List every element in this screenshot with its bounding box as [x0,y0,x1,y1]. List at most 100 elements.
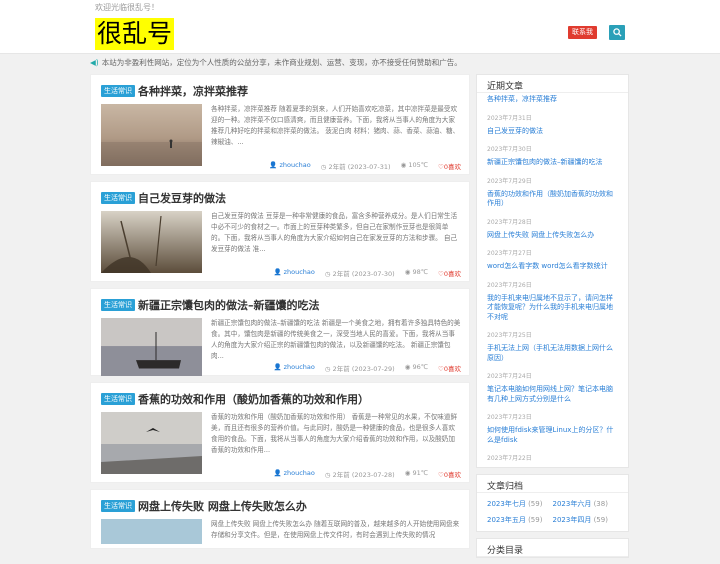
recent-post-date: 2023年7月22日 [487,455,532,462]
article-card: 生活常识 网盘上传失败 网盘上传失败怎么办 网盘上传失败 网盘上传失败怎么办 随… [90,489,470,549]
contact-button[interactable]: 联系我 [568,26,597,39]
author-link[interactable]: 👤 zhouchao [273,469,314,479]
article-card: 生活常识 香蕉的功效和作用（酸奶加香蕉的功效和作用） 香蕉的功效和作用（酸奶加香… [90,382,470,483]
article-meta: 👤 zhouchao ◷ 2年前 (2023-07-29) ◉ 96℃ ♡0喜欢 [211,363,461,373]
article-thumbnail[interactable] [101,211,202,273]
recent-post-date: 2023年7月29日 [487,177,532,185]
author-link[interactable]: 👤 zhouchao [269,161,310,171]
like-button[interactable]: ♡0喜欢 [438,161,461,171]
recent-post-link[interactable]: 手机无法上网（手机无法用数据上网什么原因） [487,344,618,363]
recent-post-item: word怎么看字数 word怎么看字数统计 2023年7月26日 [487,262,618,291]
article-title[interactable]: 香蕉的功效和作用（酸奶加香蕉的功效和作用） [138,391,369,407]
view-count: ◉ 91℃ [404,469,429,477]
site-logo[interactable]: 很乱号 [95,18,175,50]
article-thumbnail[interactable] [101,318,202,376]
search-icon [612,28,622,37]
article-title[interactable]: 各种拌菜，凉拌菜推荐 [138,83,248,99]
recent-post-date: 2023年7月25日 [487,332,532,339]
article-excerpt: 网盘上传失败 网盘上传失败怎么办 随着互联网的普及，越来越多的人开始使用网盘来存… [211,520,460,539]
article-card: 生活常识 自己发豆芽的做法 自己发豆芽的做法 豆芽是一种非常健康的食品，富含多种… [90,181,470,282]
recent-post-link[interactable]: 笔记本电脑如何用网线上网？笔记本电脑有几种上网方式分别是什么 [487,385,618,404]
widget-title: 文章归档 [477,475,628,493]
sidebar: 近期文章 各种拌菜，凉拌菜推荐 2023年7月31日 自己发豆芽的做法 2023年7… [476,74,629,564]
recent-post-link[interactable]: 新疆正宗馕包肉的做法–新疆馕的吃法 [487,158,618,168]
welcome-text: 欢迎光临很乱号！ [95,3,159,12]
archive-item: 2023年四月 (59) [552,516,608,524]
archive-widget: 文章归档 2023年七月 (59) 2023年六月 (38) 2023年五月 (… [476,474,629,532]
recent-post-link[interactable]: 自己发豆芽的做法 [487,127,618,137]
article-list: 生活常识 各种拌菜，凉拌菜推荐 各种拌菜，凉拌菜推荐 随着夏季的到来，人们开始喜… [90,74,470,555]
category-badge[interactable]: 生活常识 [101,500,135,512]
recent-post-date: 2023年7月30日 [487,146,532,153]
recent-post-date: 2023年7月23日 [487,414,532,421]
archive-link[interactable]: 2023年四月 [553,516,592,524]
recent-post-item: 香蕉的功效和作用（酸奶加香蕉的功效和作用） 2023年7月28日 [487,190,618,228]
recent-post-date: 2023年7月31日 [487,114,532,122]
author-link[interactable]: 👤 zhouchao [273,363,314,373]
archive-link[interactable]: 2023年五月 [487,516,526,524]
site-notice: ◀) 本站为非盈利性网站，定位为个人性质的公益分享，未作商业规划、运营、变现，亦不… [90,57,462,68]
article-card: 生活常识 各种拌菜，凉拌菜推荐 各种拌菜，凉拌菜推荐 随着夏季的到来，人们开始喜… [90,74,470,175]
archive-item: 2023年七月 (59) [487,500,543,508]
recent-post-item: 手机无法上网（手机无法用数据上网什么原因） 2023年7月24日 [487,344,618,382]
recent-post-item: 各种拌菜，凉拌菜推荐 2023年7月31日 [487,95,618,124]
user-icon: 👤 [273,363,284,371]
like-button[interactable]: ♡0喜欢 [438,268,461,278]
search-button[interactable] [609,25,625,40]
post-time: ◷ 2年前 (2023-07-29) [324,365,395,373]
article-thumbnail[interactable] [101,412,202,474]
archive-item: 2023年五月 (59) [487,516,543,524]
recent-post-link[interactable]: 我的手机来电归属地不显示了，请问怎样才能恢复呢？为什么我的手机来电归属地不对呢 [487,294,618,323]
article-meta: 👤 zhouchao ◷ 2年前 (2023-07-30) ◉ 98℃ ♡0喜欢 [211,268,461,278]
recent-post-date: 2023年7月28日 [487,218,532,226]
category-badge[interactable]: 生活常识 [101,192,135,204]
widget-title: 近期文章 [477,75,628,93]
user-icon: 👤 [269,161,280,169]
recent-post-item: 新疆正宗馕包肉的做法–新疆馕的吃法 2023年7月29日 [487,158,618,187]
article-title[interactable]: 网盘上传失败 网盘上传失败怎么办 [138,498,307,514]
author-link[interactable]: 👤 zhouchao [273,268,314,278]
post-time: ◷ 2年前 (2023-07-30) [324,270,395,278]
article-meta: 👤 zhouchao ◷ 2年前 (2023-07-28) ◉ 91℃ ♡0喜欢 [211,469,461,479]
view-count: ◉ 96℃ [404,363,429,371]
archive-link[interactable]: 2023年七月 [487,500,526,508]
article-title[interactable]: 自己发豆芽的做法 [138,190,226,206]
recent-post-link[interactable]: 网盘上传失败 网盘上传失败怎么办 [487,231,618,241]
recent-post-date: 2023年7月27日 [487,250,532,257]
recent-post-item: 网盘上传失败 网盘上传失败怎么办 2023年7月27日 [487,231,618,260]
article-thumbnail[interactable] [101,104,202,166]
notice-text: 本站为非盈利性网站，定位为个人性质的公益分享，未作商业规划、运营、变现，亦不接受… [101,58,462,67]
like-button[interactable]: ♡0喜欢 [438,469,461,479]
article-title[interactable]: 新疆正宗馕包肉的做法–新疆馕的吃法 [138,297,320,313]
category-badge[interactable]: 生活常识 [101,299,135,311]
speaker-icon: ◀) [90,58,99,67]
recent-post-item: 如何使用fdisk来管理Linux上的分区？什么是fdisk 2023年7月22日 [487,426,618,464]
recent-post-link[interactable]: word怎么看字数 word怎么看字数统计 [487,262,618,272]
post-time: ◷ 2年前 (2023-07-28) [324,471,395,479]
recent-post-link[interactable]: 如何使用fdisk来管理Linux上的分区？什么是fdisk [487,426,618,445]
recent-post-link[interactable]: 各种拌菜，凉拌菜推荐 [487,95,618,105]
recent-post-item: 笔记本电脑如何用网线上网？笔记本电脑有几种上网方式分别是什么 2023年7月23日 [487,385,618,423]
widget-title: 分类目录 [477,539,628,557]
article-excerpt: 自己发豆芽的做法 豆芽是一种非常健康的食品，富含多种营养成分。是人们日常生活中必… [211,212,458,253]
like-button[interactable]: ♡0喜欢 [438,363,461,373]
article-excerpt: 各种拌菜，凉拌菜推荐 随着夏季的到来，人们开始喜欢吃凉菜，其中凉拌菜是最受欢迎的… [211,105,460,146]
archive-link[interactable]: 2023年六月 [553,500,592,508]
view-count: ◉ 105℃ [400,161,429,169]
recent-post-item: 自己发豆芽的做法 2023年7月30日 [487,127,618,156]
post-time: ◷ 2年前 (2023-07-31) [320,163,391,171]
article-excerpt: 新疆正宗馕包肉的做法–新疆馕的吃法 新疆是一个美食之地，拥有着许多独具特色的美食… [211,319,461,360]
recent-post-date: 2023年7月26日 [487,281,532,289]
topbar: 欢迎光临很乱号！ [0,0,720,14]
recent-post-link[interactable]: 香蕉的功效和作用（酸奶加香蕉的功效和作用） [487,190,618,209]
category-widget: 分类目录 [476,538,629,558]
category-badge[interactable]: 生活常识 [101,85,135,97]
recent-post-item: 我的手机来电归属地不显示了，请问怎样才能恢复呢？为什么我的手机来电归属地不对呢 2… [487,294,618,342]
article-excerpt: 香蕉的功效和作用（酸奶加香蕉的功效和作用） 香蕉是一种常见的水果，不仅味道鲜美，… [211,413,458,454]
user-icon: 👤 [273,469,284,477]
archive-item: 2023年六月 (38) [552,500,608,508]
article-card: 生活常识 新疆正宗馕包肉的做法–新疆馕的吃法 新疆正宗馕包肉的做法–新疆馕的吃法… [90,288,470,376]
category-badge[interactable]: 生活常识 [101,393,135,405]
article-thumbnail[interactable] [101,519,202,544]
recent-posts-widget: 近期文章 各种拌菜，凉拌菜推荐 2023年7月31日 自己发豆芽的做法 2023年7… [476,74,629,468]
